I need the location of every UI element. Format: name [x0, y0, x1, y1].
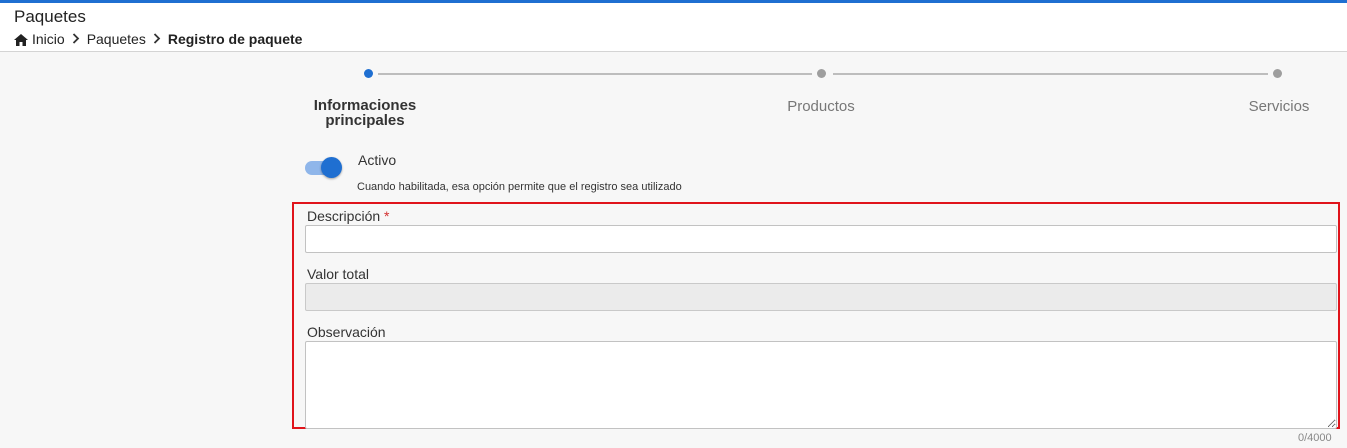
page-title: Paquetes: [14, 7, 86, 26]
step-dot-productos[interactable]: [817, 69, 826, 78]
chevron-right-icon: [72, 32, 80, 47]
step-label-servicios[interactable]: Servicios: [1230, 98, 1328, 115]
home-icon[interactable]: [14, 33, 28, 46]
page-header: Paquetes Inicio Paquetes Registro de paq…: [0, 3, 1347, 52]
active-toggle-hint: Cuando habilitada, esa opción permite qu…: [357, 181, 682, 193]
step-label-informaciones[interactable]: Informaciones principales: [300, 98, 430, 128]
character-counter: 0/4000: [1298, 432, 1332, 444]
step-label-productos[interactable]: Productos: [770, 98, 872, 115]
valor-total-label: Valor total: [307, 266, 369, 282]
chevron-right-icon: [153, 32, 161, 47]
required-mark: *: [384, 208, 390, 224]
step-connector: [378, 73, 812, 75]
breadcrumb-item-current: Registro de paquete: [167, 31, 303, 47]
step-dot-informaciones[interactable]: [364, 69, 373, 78]
breadcrumb-item-paquetes[interactable]: Paquetes: [87, 31, 146, 47]
observacion-label: Observación: [307, 324, 386, 340]
descripcion-input[interactable]: [305, 225, 1337, 253]
breadcrumb-item-inicio[interactable]: Inicio: [32, 31, 65, 47]
active-toggle-label: Activo: [358, 152, 397, 168]
step-dot-servicios[interactable]: [1273, 69, 1282, 78]
step-connector: [833, 73, 1268, 75]
stepper: Informaciones principales Productos Serv…: [290, 62, 1347, 142]
descripcion-label: Descripción *: [307, 208, 389, 224]
valor-total-input: [305, 283, 1337, 311]
descripcion-label-text: Descripción: [307, 208, 381, 224]
observacion-textarea[interactable]: [305, 341, 1337, 429]
toggle-knob: [321, 157, 342, 178]
active-toggle[interactable]: [305, 157, 343, 179]
breadcrumb: Inicio Paquetes Registro de paquete: [14, 31, 302, 47]
